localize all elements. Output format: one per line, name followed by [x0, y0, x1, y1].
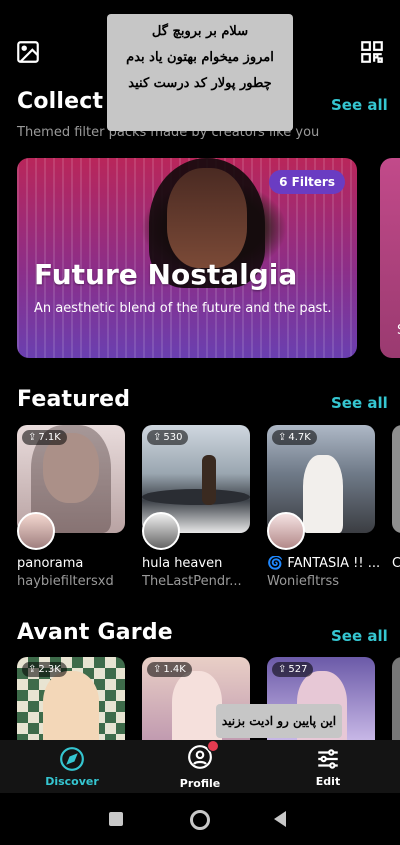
notification-dot	[207, 739, 219, 752]
sliders-icon	[318, 748, 338, 769]
use-count: 7.1K	[38, 432, 61, 443]
use-count: 527	[288, 664, 308, 675]
creator-avatar[interactable]	[17, 512, 55, 550]
filter-preview-image	[142, 489, 250, 505]
filter-preview-image	[43, 671, 99, 740]
avant-garde-see-all-link[interactable]: See all	[331, 627, 388, 645]
nav-edit[interactable]: Edit	[283, 740, 373, 793]
filter-card-avant-1[interactable]: ⇪ 2.3K	[17, 657, 125, 740]
nav-discover[interactable]: Discover	[27, 740, 117, 793]
upload-icon: ⇪	[278, 432, 287, 443]
upload-icon: ⇪	[28, 664, 37, 675]
home-button[interactable]	[190, 810, 210, 830]
overlay-tooltip: این پایین رو ادیت بزنید	[216, 704, 342, 738]
hero-image-face	[167, 168, 247, 268]
upload-icon: ⇪	[28, 432, 37, 443]
tooltip-text: این پایین رو ادیت بزنید	[221, 714, 337, 728]
collections-see-all-link[interactable]: See all	[331, 96, 388, 114]
filter-title: panorama	[17, 556, 84, 571]
collections-title: Collect	[17, 89, 104, 114]
use-count: 530	[163, 432, 183, 443]
compass-icon	[60, 746, 84, 771]
featured-title: Featured	[17, 387, 131, 412]
qr-code-button[interactable]	[358, 38, 386, 66]
filter-count-badge: 6 Filters	[269, 170, 345, 194]
gallery-button[interactable]	[14, 38, 42, 66]
bottom-navigation: Discover Profile Edit	[0, 739, 400, 793]
nav-label: Edit	[315, 774, 341, 788]
qr-code-icon	[361, 41, 383, 63]
overlay-text-note: سلام بر بروبچ گل امروز میخوام بهتون یاد …	[107, 14, 293, 131]
nav-profile[interactable]: Profile	[155, 739, 245, 793]
use-count-badge: ⇪ 530	[147, 430, 189, 445]
overlay-line: سلام بر بروبچ گل	[151, 24, 249, 39]
filter-author[interactable]: Woniefltrss	[267, 574, 379, 589]
overlay-line: امروز میخوام بهتون یاد بدم	[126, 50, 274, 65]
image-icon	[17, 41, 39, 63]
upload-icon: ⇪	[153, 664, 162, 675]
use-count-badge: ⇪ 2.3K	[22, 662, 67, 677]
collection-title: Future Nostalgia	[34, 258, 298, 291]
filter-title: 🌀 FANTASIA !! ...	[267, 556, 379, 571]
creator-avatar[interactable]	[267, 512, 305, 550]
upload-icon: ⇪	[153, 432, 162, 443]
use-count-badge: ⇪ 7.1K	[22, 430, 67, 445]
collection-description: An aesthetic blend of the future and the…	[34, 301, 332, 316]
collection-card-future-nostalgia[interactable]: 6 Filters Future Nostalgia An aesthetic …	[17, 158, 357, 358]
upload-icon: ⇪	[278, 664, 287, 675]
recents-button[interactable]	[109, 812, 123, 826]
filter-card-next[interactable]	[392, 425, 400, 533]
creator-avatar[interactable]	[142, 512, 180, 550]
filter-preview-image	[172, 671, 222, 740]
use-count-badge: ⇪ 527	[272, 662, 314, 677]
system-navigation-bar	[0, 793, 400, 845]
back-button[interactable]	[274, 811, 286, 827]
filter-title-peek: C	[392, 556, 400, 571]
filter-card-avant-next[interactable]	[392, 657, 400, 740]
use-count: 2.3K	[38, 664, 61, 675]
nav-label: Profile	[179, 776, 221, 790]
use-count: 1.4K	[163, 664, 186, 675]
collection-card-next[interactable]: S	[380, 158, 400, 358]
use-count-badge: ⇪ 4.7K	[272, 430, 317, 445]
filter-preview-image	[303, 455, 343, 533]
profile-icon-wrap	[187, 739, 219, 774]
filter-author[interactable]: TheLastPendr...	[142, 574, 254, 589]
use-count-badge: ⇪ 1.4K	[147, 662, 192, 677]
filter-title: hula heaven	[142, 556, 223, 571]
featured-see-all-link[interactable]: See all	[331, 394, 388, 412]
overlay-line: چطور پولار کد درست کنید	[128, 76, 272, 91]
filter-author[interactable]: haybiefiltersxd	[17, 574, 129, 589]
avant-garde-title: Avant Garde	[17, 620, 173, 645]
use-count: 4.7K	[288, 432, 311, 443]
filter-preview-figure	[202, 455, 216, 505]
nav-label: Discover	[45, 774, 99, 788]
